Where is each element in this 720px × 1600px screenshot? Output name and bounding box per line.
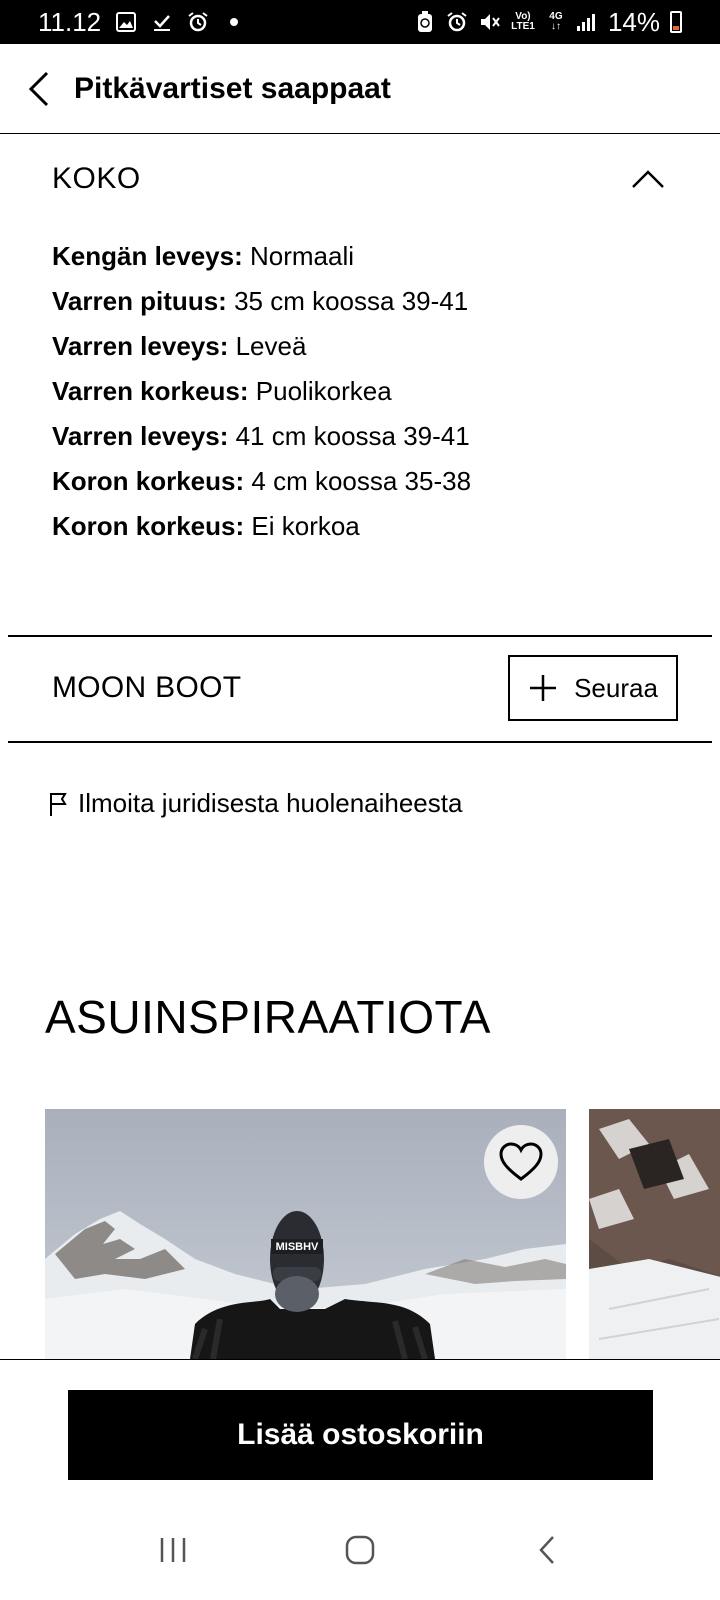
volte-indicator: Vo) LTE1 xyxy=(510,11,536,33)
report-link-label: Ilmoita juridisesta huolenaiheesta xyxy=(78,788,463,818)
detail-label: Varren leveys: xyxy=(52,421,229,451)
report-legal-concern-link[interactable]: Ilmoita juridisesta huolenaiheesta xyxy=(48,788,462,819)
favorite-button[interactable] xyxy=(484,1125,558,1199)
brand-name[interactable]: MOON BOOT xyxy=(52,671,241,705)
gallery-icon xyxy=(115,11,137,33)
back-button[interactable] xyxy=(4,44,74,134)
detail-value: 35 cm koossa 39-41 xyxy=(234,286,469,316)
detail-row: Koron korkeus: 4 cm koossa 35-38 xyxy=(52,459,668,504)
detail-label: Varren korkeus: xyxy=(52,376,249,406)
size-section: KOKO Kengän leveys: Normaali Varren pitu… xyxy=(0,134,720,549)
detail-row: Varren pituus: 35 cm koossa 39-41 xyxy=(52,279,668,324)
balaclava-text: MISBHV xyxy=(276,1241,319,1253)
add-to-cart-button[interactable]: Lisää ostoskoriin xyxy=(68,1390,653,1480)
outfit-card[interactable]: MISBHV xyxy=(45,1109,566,1359)
alarm-status-icon xyxy=(446,11,468,33)
outfit-photo xyxy=(589,1109,720,1359)
home-icon xyxy=(345,1535,375,1565)
data-activity-label: ↓↑ xyxy=(550,21,561,32)
detail-label: Varren leveys: xyxy=(52,331,229,361)
notification-dot-icon xyxy=(223,11,245,33)
signal-icon xyxy=(576,11,598,33)
detail-row: Koron korkeus: Ei korkoa xyxy=(52,504,668,549)
system-nav-bar xyxy=(0,1500,720,1600)
divider xyxy=(8,741,712,743)
page-title: Pitkävartiset saappaat xyxy=(74,71,391,105)
battery-percent: 14% xyxy=(607,6,660,37)
app-bar: Pitkävartiset saappaat xyxy=(0,44,720,134)
detail-label: Kengän leveys: xyxy=(52,241,243,271)
battery-icon xyxy=(670,11,682,33)
detail-row: Varren leveys: Leveä xyxy=(52,324,668,369)
detail-row: Kengän leveys: Normaali xyxy=(52,234,668,279)
detail-value: Normaali xyxy=(249,241,355,271)
detail-row: Varren korkeus: Puolikorkea xyxy=(52,369,668,414)
flag-icon xyxy=(50,792,67,816)
bottom-panel: Lisää ostoskoriin xyxy=(0,1359,720,1600)
detail-label: Koron korkeus: xyxy=(52,466,245,496)
detail-label: Varren pituus: xyxy=(52,286,227,316)
detail-value: 41 cm koossa 39-41 xyxy=(235,421,470,451)
task-done-icon xyxy=(151,11,173,33)
detail-value: 4 cm koossa 35-38 xyxy=(251,466,472,496)
status-left: 11.12 xyxy=(38,7,245,38)
recents-icon xyxy=(161,1538,186,1562)
plus-icon xyxy=(530,675,557,701)
brand-row: MOON BOOT Seuraa xyxy=(0,635,720,741)
detail-value: Puolikorkea xyxy=(255,376,392,406)
lte-label: LTE1 xyxy=(511,21,535,32)
status-time: 11.12 xyxy=(38,6,102,37)
back-icon xyxy=(538,1536,554,1564)
chevron-up-icon[interactable] xyxy=(628,159,668,199)
outfit-carousel[interactable]: MISBHV xyxy=(0,1109,720,1359)
detail-label: Koron korkeus: xyxy=(52,511,245,541)
system-back-button[interactable] xyxy=(517,1520,577,1580)
follow-button[interactable]: Seuraa xyxy=(508,655,678,721)
mute-icon xyxy=(478,11,500,33)
detail-row: Varren leveys: 41 cm koossa 39-41 xyxy=(52,414,668,459)
home-button[interactable] xyxy=(330,1520,390,1580)
data-indicator: 4G ↓↑ xyxy=(546,11,566,33)
size-section-title: KOKO xyxy=(52,162,141,195)
size-section-header[interactable]: KOKO xyxy=(0,134,720,224)
status-bar: 11.12 Vo) LTE1 4G ↓↑ 14% xyxy=(0,0,720,44)
follow-button-label: Seuraa xyxy=(574,672,658,703)
detail-value: Leveä xyxy=(235,331,307,361)
alarm-icon xyxy=(187,11,209,33)
outfit-card[interactable] xyxy=(589,1109,720,1359)
status-right: Vo) LTE1 4G ↓↑ 14% xyxy=(414,7,682,38)
size-details-list: Kengän leveys: Normaali Varren pituus: 3… xyxy=(0,234,720,549)
inspiration-title: ASUINSPIRAATIOTA xyxy=(45,991,491,1043)
detail-value: Ei korkoa xyxy=(251,511,360,541)
back-arrow-icon xyxy=(28,71,49,106)
heart-icon xyxy=(499,1142,543,1181)
battery-saver-icon xyxy=(414,11,436,33)
recents-button[interactable] xyxy=(143,1520,203,1580)
